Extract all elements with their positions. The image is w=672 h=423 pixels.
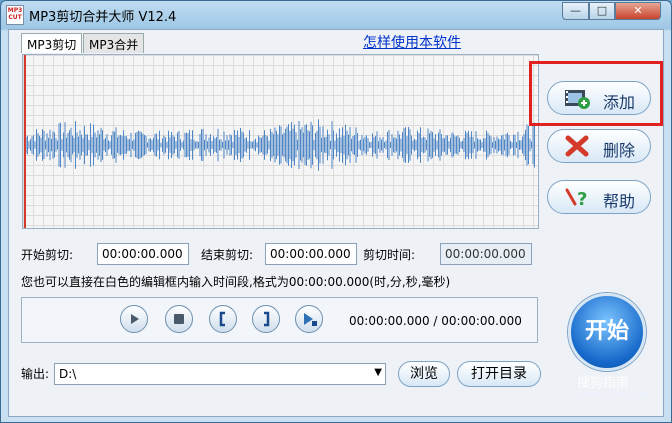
end-cut-input[interactable] <box>265 243 357 265</box>
browse-button[interactable]: 浏览 <box>398 361 450 387</box>
play-selection-button[interactable] <box>295 305 323 333</box>
stop-button[interactable] <box>165 305 193 333</box>
bracket-left-icon <box>219 311 225 327</box>
delete-button[interactable]: 删除 <box>547 129 651 163</box>
output-path-select[interactable]: D:\ ▼ <box>54 363 386 385</box>
tab-mp3-merge[interactable]: MP3合并 <box>83 33 145 53</box>
start-cut-label: 开始剪切: <box>21 248 74 262</box>
play-icon <box>131 314 139 324</box>
help-question-icon: ? <box>565 188 587 208</box>
play-button[interactable] <box>120 305 148 333</box>
time-format-hint: 您也可以直接在白色的编辑框内输入时间段,格式为00:00:00.000(时,分,… <box>21 275 451 289</box>
bracket-right-icon <box>264 311 270 327</box>
client-area: MP3剪切 MP3合并 怎样使用本软件 添加 删除 ? 帮助 开始剪切: 00:… <box>8 29 664 417</box>
player-controls: 00:00:00.000 / 00:00:00.000 <box>21 297 538 343</box>
tab-mp3-cut[interactable]: MP3剪切 <box>21 33 83 53</box>
app-logo: MP3 CUT <box>6 5 24 25</box>
set-start-button[interactable] <box>209 305 237 333</box>
svg-text:?: ? <box>577 189 587 208</box>
open-directory-button[interactable]: 打开目录 <box>457 361 541 387</box>
help-button-label: 帮助 <box>603 192 636 211</box>
delete-x-icon <box>565 135 589 157</box>
cut-duration-field <box>440 243 532 265</box>
start-button[interactable]: 开始 <box>568 293 646 371</box>
delete-button-label: 删除 <box>603 141 636 160</box>
waveform-path <box>26 119 535 171</box>
waveform-panel[interactable] <box>22 54 539 229</box>
start-cut-input[interactable] <box>97 243 189 265</box>
end-cut-label: 结束剪切: <box>201 248 254 262</box>
output-label: 输出: <box>21 367 50 381</box>
title-bar[interactable]: MP3 CUT MP3剪切合并大师 V12.4 — □ ✕ <box>1 1 671 29</box>
playback-position: 00:00:00.000 / 00:00:00.000 <box>349 314 522 328</box>
waveform <box>26 119 535 171</box>
dropdown-arrow-icon[interactable]: ▼ <box>374 367 382 378</box>
cut-duration-label: 剪切时间: <box>363 248 416 262</box>
window-title: MP3剪切合并大师 V12.4 <box>29 10 177 25</box>
watermark-url: zhinan.sogou.com <box>579 389 652 398</box>
how-to-use-link[interactable]: 怎样使用本软件 <box>363 32 461 52</box>
minimize-button[interactable]: — <box>562 2 589 20</box>
help-button[interactable]: ? 帮助 <box>547 180 651 214</box>
maximize-button[interactable]: □ <box>589 2 615 20</box>
set-end-button[interactable] <box>252 305 280 333</box>
stop-icon <box>174 314 184 324</box>
output-path-value: D:\ <box>59 367 77 381</box>
add-button-highlight <box>529 61 663 126</box>
play-selection-icon <box>304 313 317 326</box>
app-window: MP3 CUT MP3剪切合并大师 V12.4 — □ ✕ MP3剪切 MP3合… <box>0 0 672 423</box>
close-button[interactable]: ✕ <box>615 2 661 20</box>
